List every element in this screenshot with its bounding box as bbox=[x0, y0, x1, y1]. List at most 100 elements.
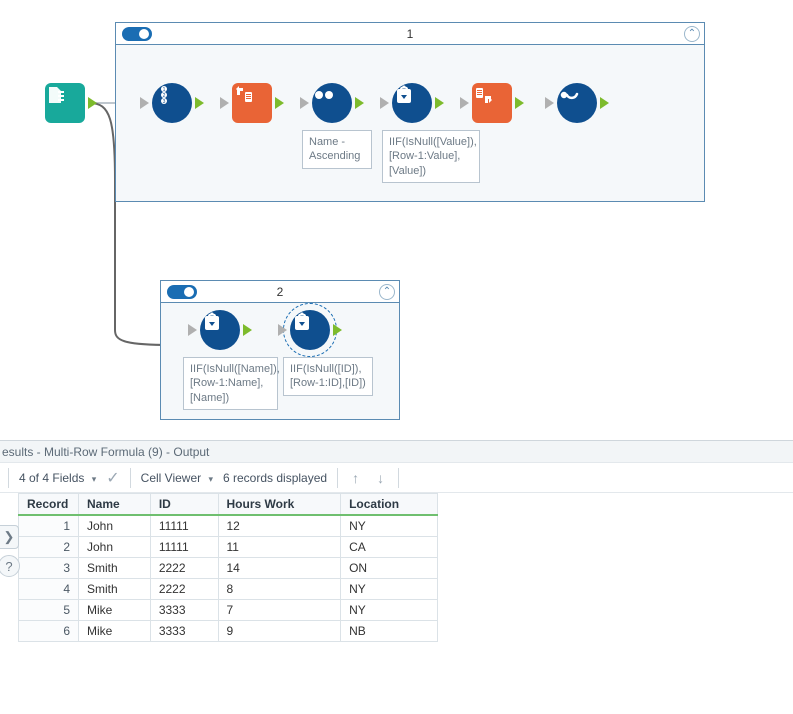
container-collapse-button[interactable]: ⌃ bbox=[379, 284, 395, 300]
results-table[interactable]: RecordNameIDHours WorkLocation 1John1111… bbox=[18, 493, 438, 642]
table-cell[interactable]: 9 bbox=[218, 621, 341, 642]
table-cell[interactable]: 2222 bbox=[150, 558, 218, 579]
table-cell[interactable]: 3333 bbox=[150, 621, 218, 642]
table-cell[interactable]: 2 bbox=[19, 537, 79, 558]
table-cell[interactable]: Mike bbox=[79, 600, 151, 621]
table-cell[interactable]: Smith bbox=[79, 579, 151, 600]
chevron-up-icon: ⌃ bbox=[688, 29, 696, 39]
column-header[interactable]: Hours Work bbox=[218, 494, 341, 516]
table-row[interactable]: 4Smith22228NY bbox=[19, 579, 438, 600]
table-cell[interactable]: Mike bbox=[79, 621, 151, 642]
separator bbox=[130, 468, 131, 488]
column-header[interactable]: Name bbox=[79, 494, 151, 516]
input-port[interactable] bbox=[220, 97, 229, 109]
table-row[interactable]: 6Mike33339NB bbox=[19, 621, 438, 642]
output-port[interactable] bbox=[275, 97, 284, 109]
table-cell[interactable]: NB bbox=[341, 621, 438, 642]
crosstab-tool[interactable] bbox=[472, 83, 512, 123]
table-cell[interactable]: CA bbox=[341, 537, 438, 558]
table-cell[interactable]: NY bbox=[341, 515, 438, 537]
output-port[interactable] bbox=[435, 97, 444, 109]
table-cell[interactable]: 6 bbox=[19, 621, 79, 642]
results-panel: esults - Multi-Row Formula (9) - Output … bbox=[0, 440, 793, 714]
multi-row-formula-tool-2b[interactable] bbox=[290, 310, 330, 350]
transpose-tool[interactable] bbox=[232, 83, 272, 123]
output-port[interactable] bbox=[88, 97, 97, 109]
multi-row-formula-tool-2a[interactable] bbox=[200, 310, 240, 350]
output-port[interactable] bbox=[600, 97, 609, 109]
record-id-tool[interactable]: 123 bbox=[152, 83, 192, 123]
column-header[interactable]: ID bbox=[150, 494, 218, 516]
input-port[interactable] bbox=[140, 97, 149, 109]
multi-row-annotation-2b: IIF(IsNull([ID]),[Row-1:ID],[ID]) bbox=[283, 357, 373, 396]
input-port[interactable] bbox=[380, 97, 389, 109]
table-cell[interactable]: 3333 bbox=[150, 600, 218, 621]
workflow-canvas[interactable]: .grey{stroke:#bfc7ce;stroke-width:2;fill… bbox=[0, 0, 793, 440]
container-collapse-button[interactable]: ⌃ bbox=[684, 26, 700, 42]
output-port[interactable] bbox=[355, 97, 364, 109]
table-cell[interactable]: 3 bbox=[19, 558, 79, 579]
tag-icon: ❯ bbox=[4, 529, 15, 545]
input-port[interactable] bbox=[545, 97, 554, 109]
separator bbox=[8, 468, 9, 488]
table-cell[interactable]: 11 bbox=[218, 537, 341, 558]
chevron-down-icon: ▾ bbox=[208, 474, 213, 484]
svg-text:1: 1 bbox=[163, 87, 166, 93]
fields-label: 4 of 4 Fields bbox=[19, 471, 84, 485]
input-port[interactable] bbox=[278, 324, 287, 336]
table-row[interactable]: 1John1111112NY bbox=[19, 515, 438, 537]
table-cell[interactable]: 1 bbox=[19, 515, 79, 537]
fields-dropdown[interactable]: 4 of 4 Fields ▾ bbox=[19, 471, 96, 485]
table-cell[interactable]: 7 bbox=[218, 600, 341, 621]
help-icon: ? bbox=[5, 559, 12, 574]
input-port[interactable] bbox=[460, 97, 469, 109]
results-toolbar: 4 of 4 Fields ▾ ✓ Cell Viewer ▾ 6 record… bbox=[0, 463, 793, 493]
table-cell[interactable]: John bbox=[79, 537, 151, 558]
output-port[interactable] bbox=[333, 324, 342, 336]
tag-button[interactable]: ❯ bbox=[0, 525, 19, 549]
chevron-up-icon: ⌃ bbox=[383, 287, 391, 297]
container-toggle[interactable] bbox=[122, 27, 152, 41]
table-cell[interactable]: ON bbox=[341, 558, 438, 579]
multi-row-annotation-2a: IIF(IsNull([Name]),[Row-1:Name],[Name]) bbox=[183, 357, 278, 410]
table-cell[interactable]: Smith bbox=[79, 558, 151, 579]
apply-check-icon[interactable]: ✓ bbox=[106, 468, 119, 488]
table-row[interactable]: 5Mike33337NY bbox=[19, 600, 438, 621]
svg-text:2: 2 bbox=[163, 93, 166, 99]
output-port[interactable] bbox=[195, 97, 204, 109]
table-cell[interactable]: NY bbox=[341, 600, 438, 621]
help-button[interactable]: ? bbox=[0, 555, 20, 577]
table-cell[interactable]: 11111 bbox=[150, 515, 218, 537]
sort-tool[interactable] bbox=[312, 83, 352, 123]
browse-tool[interactable] bbox=[557, 83, 597, 123]
multi-row-annotation-1: IIF(IsNull([Value]),[Row-1:Value],[Value… bbox=[382, 130, 480, 183]
container-header: 2 ⌃ bbox=[161, 281, 399, 303]
sort-annotation: Name - Ascending bbox=[302, 130, 372, 169]
table-row[interactable]: 2John1111111CA bbox=[19, 537, 438, 558]
separator bbox=[337, 468, 338, 488]
column-header[interactable]: Location bbox=[341, 494, 438, 516]
input-data-tool[interactable] bbox=[45, 83, 85, 123]
multi-row-formula-tool-1[interactable] bbox=[392, 83, 432, 123]
table-cell[interactable]: 8 bbox=[218, 579, 341, 600]
table-cell[interactable]: 5 bbox=[19, 600, 79, 621]
table-row[interactable]: 3Smith222214ON bbox=[19, 558, 438, 579]
table-cell[interactable]: 2222 bbox=[150, 579, 218, 600]
table-cell[interactable]: 12 bbox=[218, 515, 341, 537]
next-record-button[interactable]: ↓ bbox=[373, 468, 388, 488]
input-port[interactable] bbox=[188, 324, 197, 336]
table-cell[interactable]: NY bbox=[341, 579, 438, 600]
table-cell[interactable]: 4 bbox=[19, 579, 79, 600]
table-cell[interactable]: 11111 bbox=[150, 537, 218, 558]
cell-viewer-dropdown[interactable]: Cell Viewer ▾ bbox=[141, 471, 213, 485]
container-toggle[interactable] bbox=[167, 285, 197, 299]
output-port[interactable] bbox=[515, 97, 524, 109]
column-header[interactable]: Record bbox=[19, 494, 79, 516]
results-gutter: ❯ ? bbox=[0, 525, 20, 577]
table-cell[interactable]: 14 bbox=[218, 558, 341, 579]
output-port[interactable] bbox=[243, 324, 252, 336]
input-port[interactable] bbox=[300, 97, 309, 109]
prev-record-button[interactable]: ↑ bbox=[348, 468, 363, 488]
svg-text:3: 3 bbox=[163, 99, 166, 105]
table-cell[interactable]: John bbox=[79, 515, 151, 537]
